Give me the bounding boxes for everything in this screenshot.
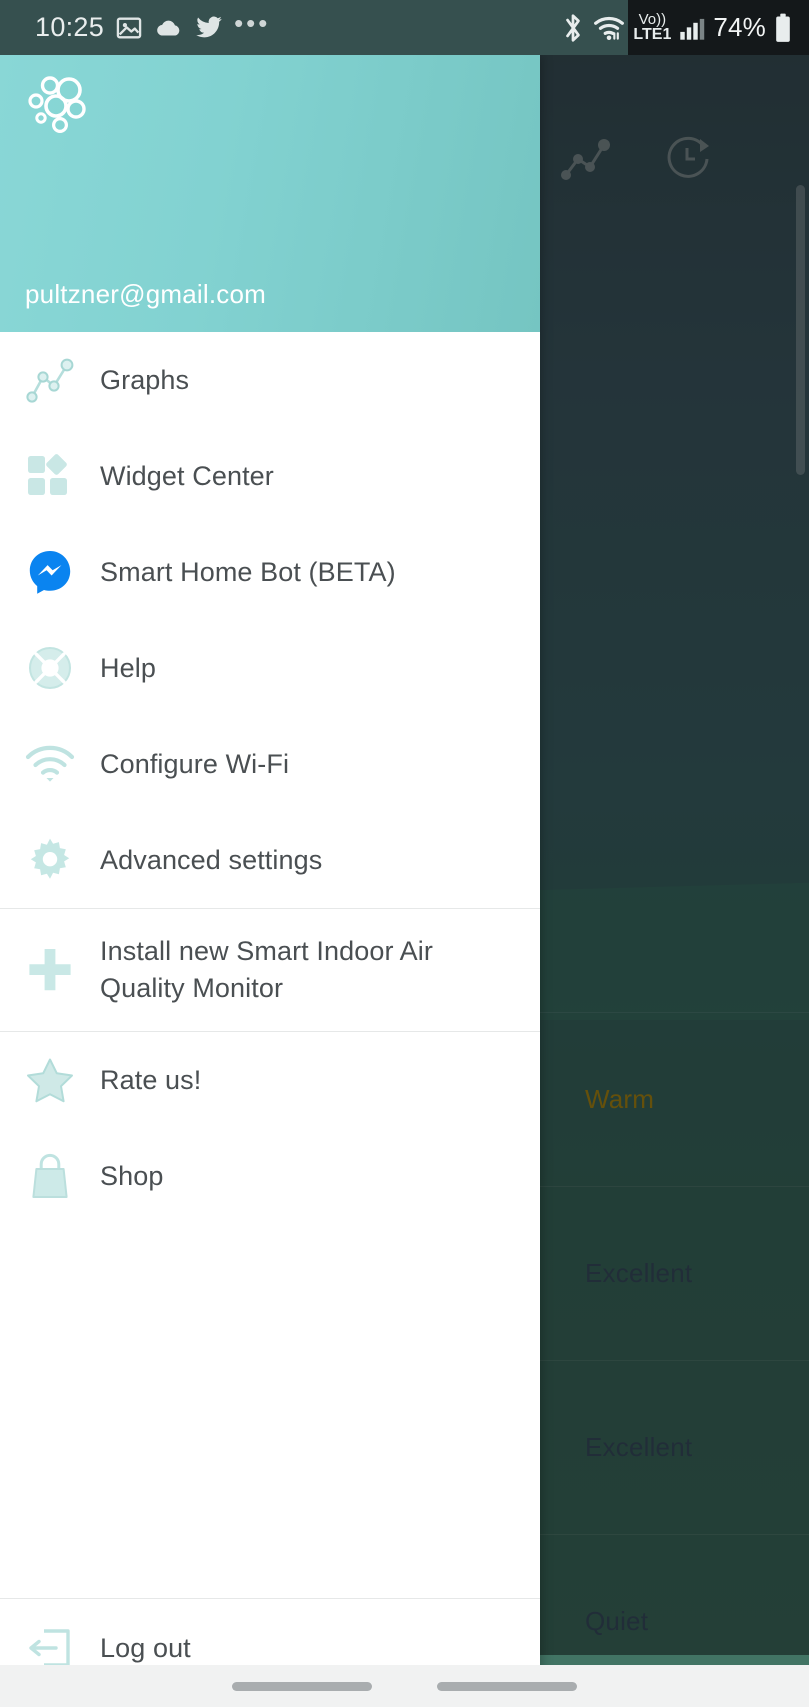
drawer-item-label: Graphs [100,364,190,395]
drawer-item-install-monitor[interactable]: Install new Smart Indoor Air Quality Mon… [0,909,540,1031]
shopping-bag-icon [22,1151,78,1201]
drawer-item-widget-center[interactable]: Widget Center [0,428,540,524]
cloud-icon [154,15,184,41]
volte-label-top: Vo)) [638,11,667,28]
status-bar-clock: 10:25 [35,12,105,42]
volte-label-bottom: LTE1 [633,26,672,43]
lifebuoy-icon [22,644,78,692]
volte-icon: Vo)) LTE1 [633,12,671,43]
nav-gesture-pill-left[interactable] [232,1681,372,1691]
drawer-item-label: Shop [100,1160,164,1191]
drawer-item-label: Log out [100,1632,191,1663]
star-icon [22,1056,78,1104]
drawer-menu-list[interactable]: Graphs Widget Center Smart Home Bot (BET… [0,332,540,1598]
plus-icon [22,945,78,995]
drawer-item-shop[interactable]: Shop [0,1128,540,1224]
navigation-drawer: pultzner@gmail.com Graphs Widget Center … [0,55,540,1707]
drawer-item-help[interactable]: Help [0,620,540,716]
wifi-icon [593,14,625,42]
drawer-menu-group-install: Install new Smart Indoor Air Quality Mon… [0,908,540,1031]
drawer-item-smart-home-bot[interactable]: Smart Home Bot (BETA) [0,524,540,620]
drawer-item-label: Advanced settings [100,844,323,875]
status-bar: 10:25 ••• Vo)) LTE1 74% [0,0,809,55]
menu-spacer [0,1224,540,1225]
gear-icon [22,836,78,884]
account-email: pultzner@gmail.com [25,279,266,309]
drawer-item-configure-wifi[interactable]: Configure Wi-Fi [0,716,540,812]
bluetooth-icon [561,13,585,43]
battery-icon [774,13,792,43]
bubbles-logo [24,75,96,148]
twitter-icon [195,15,223,41]
drawer-item-rate-us[interactable]: Rate us! [0,1032,540,1128]
system-navigation-bar [0,1665,809,1707]
battery-percent-label: 74% [713,12,766,42]
drawer-header: pultzner@gmail.com [0,55,540,332]
signal-icon [679,15,705,41]
nav-gesture-pill-right[interactable] [437,1681,577,1691]
line-chart-icon [22,356,78,404]
status-bar-right-cluster: Vo)) LTE1 74% [561,0,792,55]
messenger-icon [22,548,78,596]
more-dots-icon: ••• [234,7,271,38]
drawer-item-label: Configure Wi-Fi [100,748,290,779]
drawer-item-label: Widget Center [100,460,274,491]
drawer-item-label: Install new Smart Indoor Air Quality Mon… [100,936,433,1003]
drawer-menu-group-extras: Rate us! Shop [0,1031,540,1224]
drawer-item-graphs[interactable]: Graphs [0,332,540,428]
drawer-item-label: Help [100,652,156,683]
wifi-icon [22,744,78,784]
widgets-icon [22,453,78,499]
drawer-item-label: Rate us! [100,1064,202,1095]
status-bar-left-cluster: 10:25 ••• [0,7,271,43]
drawer-item-advanced-settings[interactable]: Advanced settings [0,812,540,908]
drawer-item-label: Smart Home Bot (BETA) [100,556,396,587]
image-icon [115,14,143,42]
drawer-menu-group-primary: Graphs Widget Center Smart Home Bot (BET… [0,332,540,908]
